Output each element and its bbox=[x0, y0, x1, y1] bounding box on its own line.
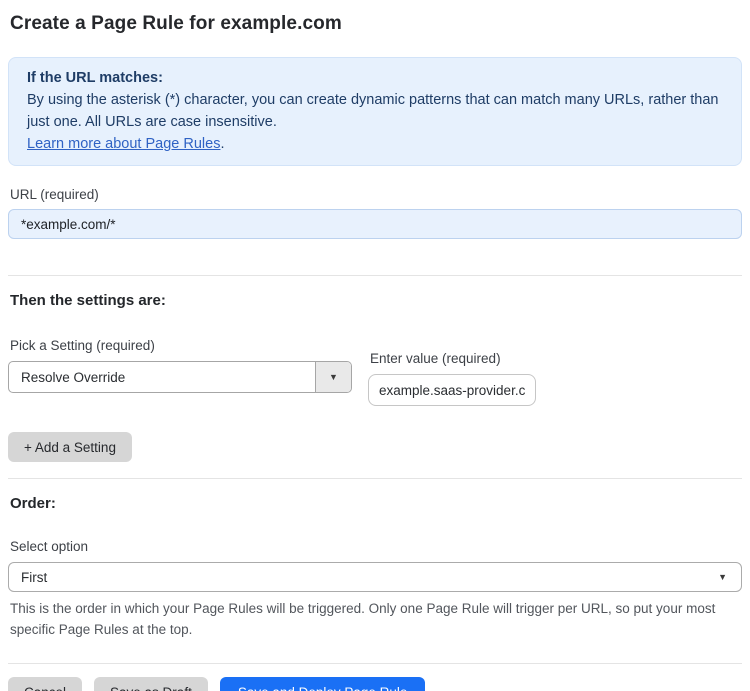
cancel-button[interactable]: Cancel bbox=[8, 677, 83, 691]
section-divider bbox=[8, 663, 742, 664]
info-box-link-line: Learn more about Page Rules. bbox=[27, 133, 723, 155]
chevron-down-icon: ▼ bbox=[718, 571, 727, 582]
add-setting-button[interactable]: + Add a Setting bbox=[8, 432, 132, 462]
setting-select-value: Resolve Override bbox=[21, 369, 126, 385]
setting-select-label: Pick a Setting (required) bbox=[10, 338, 155, 353]
actions-row: Cancel Save as Draft Save and Deploy Pag… bbox=[8, 677, 742, 691]
order-select[interactable]: First ▼ bbox=[8, 562, 742, 592]
setting-value-column: Enter value (required) bbox=[368, 338, 536, 406]
setting-value-input[interactable] bbox=[368, 374, 536, 406]
url-field-label: URL (required) bbox=[10, 187, 99, 202]
order-help-text: This is the order in which your Page Rul… bbox=[10, 601, 716, 637]
chevron-down-icon: ▼ bbox=[329, 371, 338, 382]
section-divider bbox=[8, 275, 742, 276]
link-suffix: . bbox=[220, 136, 225, 152]
settings-section-heading: Then the settings are: bbox=[10, 292, 166, 309]
info-box-heading: If the URL matches: bbox=[27, 70, 163, 86]
order-select-label: Select option bbox=[10, 539, 89, 554]
order-select-value: First bbox=[21, 569, 48, 585]
section-divider bbox=[8, 478, 742, 479]
save-as-draft-button[interactable]: Save as Draft bbox=[94, 677, 208, 691]
learn-more-link[interactable]: Learn more about Page Rules bbox=[27, 136, 220, 152]
setting-select[interactable]: Resolve Override ▼ bbox=[8, 361, 352, 393]
setting-select-arrow-button[interactable]: ▼ bbox=[315, 362, 351, 392]
value-field-label: Enter value (required) bbox=[370, 351, 501, 366]
setting-select-column: Pick a Setting (required) Resolve Overri… bbox=[8, 338, 352, 393]
page-title: Create a Page Rule for example.com bbox=[10, 13, 342, 34]
save-and-deploy-button[interactable]: Save and Deploy Page Rule bbox=[219, 677, 426, 691]
url-match-info-box: If the URL matches: By using the asteris… bbox=[8, 57, 742, 166]
settings-row: Pick a Setting (required) Resolve Overri… bbox=[8, 338, 742, 406]
create-page-rule-panel: Create a Page Rule for example.com If th… bbox=[0, 0, 750, 691]
url-input[interactable] bbox=[8, 209, 742, 239]
order-section-heading: Order: bbox=[10, 495, 56, 512]
info-box-body: By using the asterisk (*) character, you… bbox=[27, 92, 719, 130]
